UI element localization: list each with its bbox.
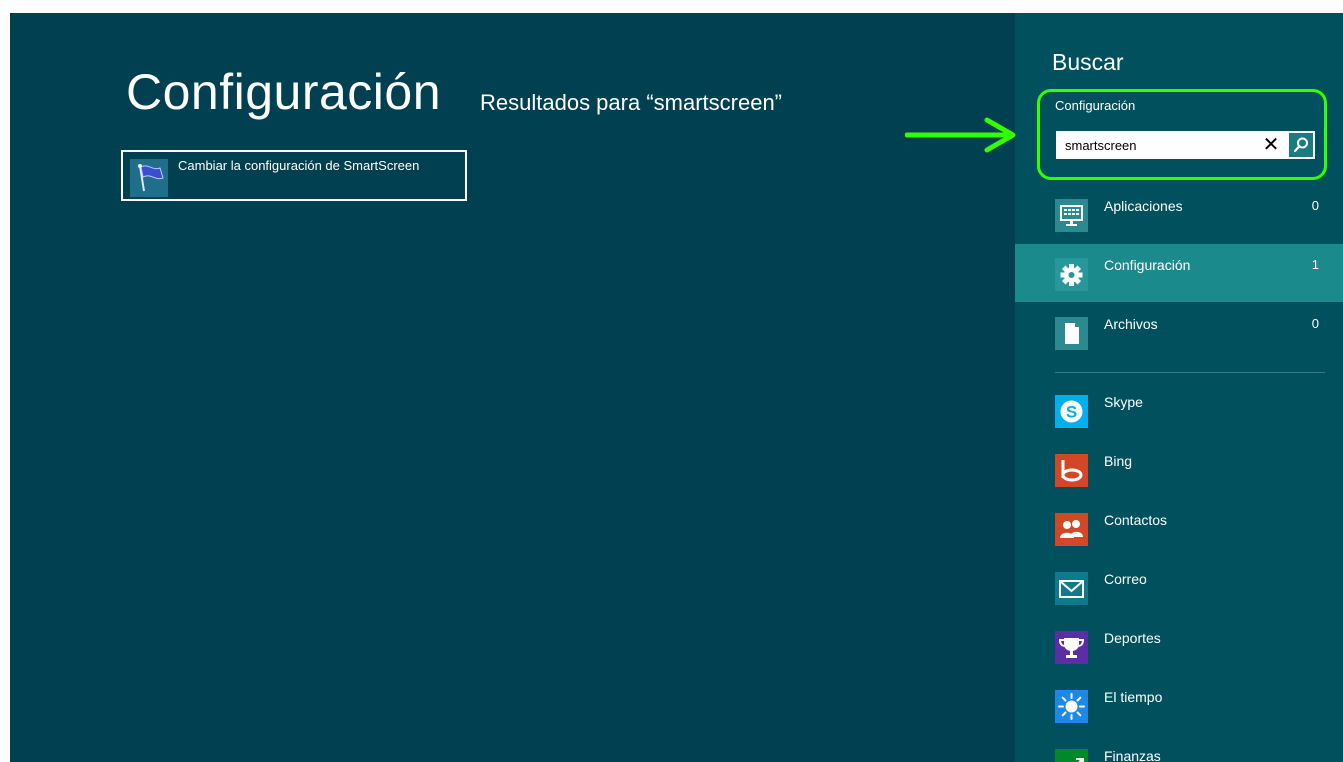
result-label: Cambiar la configuración de SmartScreen [178, 158, 420, 173]
category-label: Archivos [1104, 316, 1158, 332]
app-label: Bing [1104, 453, 1133, 469]
app-deportes[interactable]: Deportes [1015, 617, 1343, 675]
result-smartscreen-settings[interactable]: Cambiar la configuración de SmartScreen [121, 150, 467, 201]
apps-keyboard-icon [1055, 199, 1088, 232]
chart-up-icon [1055, 749, 1088, 762]
app-finanzas[interactable]: Finanzas [1015, 735, 1343, 762]
clear-search-button[interactable]: ✕ [1260, 134, 1282, 156]
app-correo[interactable]: Correo [1015, 558, 1343, 616]
flag-icon [130, 159, 168, 197]
app-skype[interactable]: S Skype [1015, 381, 1343, 439]
search-charm-pane: Buscar Configuración ✕ [905, 13, 1343, 762]
search-scope-label[interactable]: Configuración [1055, 98, 1135, 113]
app-label: Deportes [1104, 630, 1161, 646]
trophy-icon [1055, 631, 1088, 664]
search-box: ✕ [1056, 131, 1315, 159]
results-subtitle: Resultados para “smartscreen” [480, 90, 783, 115]
green-arrow-annotation [905, 117, 1016, 153]
category-label: Aplicaciones [1104, 198, 1183, 214]
gear-icon [1055, 258, 1088, 291]
close-icon: ✕ [1262, 134, 1280, 156]
app-label: Skype [1104, 394, 1143, 410]
file-icon [1055, 317, 1088, 350]
start-screen: Configuración Resultados para “smartscre… [10, 13, 1343, 762]
search-button[interactable] [1289, 133, 1313, 157]
category-count: 1 [1311, 257, 1319, 272]
bing-icon [1055, 454, 1088, 487]
category-count: 0 [1311, 316, 1319, 331]
category-count: 0 [1311, 198, 1319, 213]
app-el-tiempo[interactable]: El tiempo [1015, 676, 1343, 734]
category-archivos[interactable]: Archivos 0 [1015, 303, 1343, 361]
category-aplicaciones[interactable]: Aplicaciones 0 [1015, 185, 1343, 243]
people-icon [1055, 513, 1088, 546]
divider [1055, 372, 1325, 373]
category-configuracion[interactable]: Configuración 1 [1015, 244, 1343, 302]
sun-icon [1055, 690, 1088, 723]
pane-title: Buscar [1052, 49, 1124, 75]
search-input[interactable] [1056, 131, 1256, 159]
app-label: Contactos [1104, 512, 1168, 528]
app-label: Finanzas [1104, 748, 1161, 762]
search-icon [1293, 137, 1308, 153]
app-bing[interactable]: Bing [1015, 440, 1343, 498]
skype-icon: S [1055, 395, 1088, 428]
app-label: El tiempo [1104, 689, 1163, 705]
svg-text:S: S [1066, 403, 1077, 422]
app-label: Correo [1104, 571, 1147, 587]
app-contactos[interactable]: Contactos [1015, 499, 1343, 557]
category-label: Configuración [1104, 257, 1191, 273]
mail-icon [1055, 572, 1088, 605]
page-title: Configuración [126, 64, 442, 120]
